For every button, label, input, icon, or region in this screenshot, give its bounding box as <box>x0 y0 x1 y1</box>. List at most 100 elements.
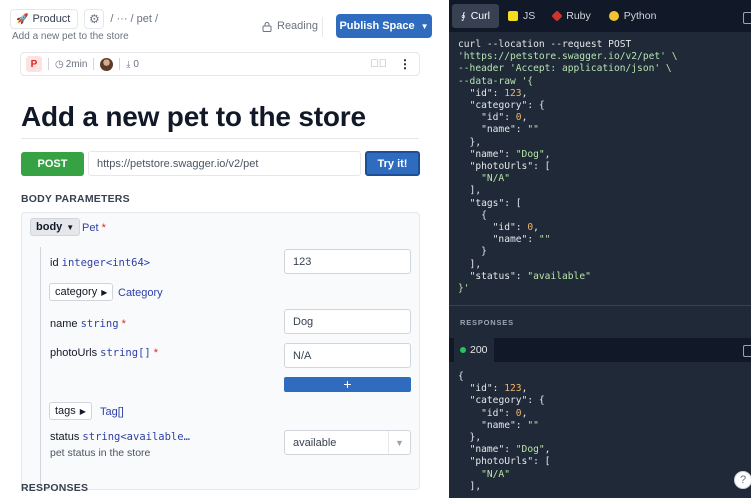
editor-pane: 🚀 Product ⚙ / ··· / pet / Add a new pet … <box>0 0 448 498</box>
code-line: "category": { <box>469 100 545 112</box>
code-line: "N/A" <box>481 173 510 185</box>
param-name: status <box>50 431 80 443</box>
endpoint-url-field[interactable]: https://petstore.swagger.io/v2/pet <box>88 151 361 176</box>
tab-python[interactable]: Python <box>600 4 666 28</box>
divider <box>119 58 121 70</box>
code-line: "name": "" <box>481 124 539 136</box>
copy-icon[interactable] <box>743 12 751 24</box>
name-input[interactable]: Dog <box>284 309 411 334</box>
param-type: string<available… <box>82 431 190 443</box>
param-name: name <box>50 318 78 330</box>
code-line: }, <box>458 136 482 148</box>
required-mark: * <box>121 318 126 330</box>
required-mark: * <box>101 222 106 234</box>
param-type: integer<int64> <box>61 257 151 269</box>
curl-code-block: curl --location --request POST'https://p… <box>458 39 678 295</box>
tab-label: JS <box>522 10 536 22</box>
more-vertical-icon[interactable]: ⋮ <box>399 57 411 71</box>
code-line: }' <box>458 283 470 295</box>
avatar[interactable] <box>100 57 114 71</box>
code-line: "id": 0, <box>481 112 528 124</box>
body-toggle[interactable]: body ▼ <box>30 218 81 236</box>
divider <box>21 138 419 139</box>
gear-icon[interactable]: ⚙ <box>84 9 105 29</box>
code-line: "photoUrls": [ <box>469 161 551 173</box>
breadcrumb-path[interactable]: / ··· / pet / <box>110 13 158 25</box>
caret-right-icon: ▶ <box>101 287 108 297</box>
param-name: id <box>50 257 59 269</box>
code-line: ], <box>458 480 482 492</box>
status-select[interactable]: available ▼ <box>284 430 411 455</box>
ruby-icon <box>551 10 563 22</box>
page-title: Add a new pet to the store <box>21 101 366 132</box>
tab-curl[interactable]: ∮ Curl <box>452 4 499 28</box>
code-line: "id": 123, <box>469 87 528 99</box>
status-tab-200[interactable]: 200 <box>454 338 494 362</box>
help-button[interactable]: ? <box>734 471 751 489</box>
code-panel: ∮ Curl JS Ruby Python curl --location --… <box>449 0 751 498</box>
code-line: ], <box>458 258 482 270</box>
category-toggle[interactable]: category ▶ <box>49 283 114 301</box>
product-switcher[interactable]: 🚀 Product <box>10 9 79 29</box>
read-time: 2min <box>65 58 88 70</box>
param-type: string <box>80 318 119 330</box>
divider <box>48 58 49 70</box>
publish-label: Publish Space <box>339 20 415 32</box>
code-line: "id": 0, <box>481 407 528 419</box>
product-label: Product <box>32 13 71 25</box>
nesting-line <box>40 247 41 487</box>
tags-pill-label: tags <box>55 405 76 417</box>
divider <box>322 17 323 37</box>
category-schema-link[interactable]: Category <box>118 287 163 299</box>
response-status-bar <box>449 338 751 362</box>
code-line: "photoUrls": [ <box>469 456 551 468</box>
language-tabs: ∮ Curl JS Ruby Python <box>449 0 751 32</box>
divider <box>93 58 95 70</box>
responses-title: RESPONSES <box>460 318 514 327</box>
code-line: --header 'Accept: application/json' \ <box>458 63 672 75</box>
tab-js[interactable]: JS <box>499 4 544 28</box>
merge-count: 0 <box>133 58 139 70</box>
code-line: "id": 0, <box>492 222 539 234</box>
status-code: 200 <box>470 344 488 356</box>
photourls-input[interactable]: N/A <box>284 343 411 368</box>
schema-label: Pet <box>82 222 99 234</box>
body-params-heading: BODY PARAMETERS <box>21 193 130 205</box>
reading-label: Reading <box>277 20 318 32</box>
response-code-block: { "id": 123, "category": { "id": 0, "nam… <box>458 371 550 493</box>
copy-icon[interactable] <box>743 345 751 357</box>
responses-heading: RESPONSES <box>21 482 89 494</box>
rocket-icon: 🚀 <box>16 13 29 25</box>
code-line: "name": "" <box>481 419 539 431</box>
success-dot-icon <box>460 347 466 353</box>
reading-mode-button[interactable]: Reading <box>262 20 318 32</box>
param-name: photoUrls <box>50 347 98 359</box>
publish-space-button[interactable]: Publish Space ▼ <box>336 14 432 38</box>
tab-label: Python <box>623 10 657 22</box>
divider <box>449 305 751 306</box>
tag-schema-link[interactable]: Tag[] <box>100 406 124 418</box>
body-pill-label: body <box>36 221 63 233</box>
pet-schema-link[interactable]: Pet * <box>82 222 106 234</box>
param-photourls: photoUrls string[] * <box>50 347 158 359</box>
method-badge: P <box>26 56 42 72</box>
code-line: "name": "Dog", <box>469 148 551 160</box>
clock-icon: ◷ <box>55 58 64 70</box>
python-icon <box>608 11 619 21</box>
param-name-row: name string * <box>50 318 126 330</box>
js-icon <box>507 11 518 21</box>
try-it-button[interactable]: Try it! <box>365 151 420 176</box>
tab-ruby[interactable]: Ruby <box>544 4 600 28</box>
breadcrumb: 🚀 Product ⚙ / ··· / pet / <box>10 9 158 29</box>
check-circle-icon[interactable]: ✓⃝ <box>371 58 388 70</box>
code-line: --data-raw '{ <box>458 75 534 87</box>
status-selected-value: available <box>293 437 337 449</box>
add-item-button[interactable]: + <box>284 377 411 392</box>
category-pill-label: category <box>55 286 98 298</box>
code-line: curl --location --request POST <box>458 39 632 50</box>
tags-toggle[interactable]: tags ▶ <box>49 402 92 420</box>
code-line: 'https://petstore.swagger.io/v2/pet' \ <box>458 51 678 63</box>
tab-label: Curl <box>470 10 490 22</box>
id-input[interactable]: 123 <box>284 249 411 274</box>
page-subtitle: Add a new pet to the store <box>12 31 129 42</box>
